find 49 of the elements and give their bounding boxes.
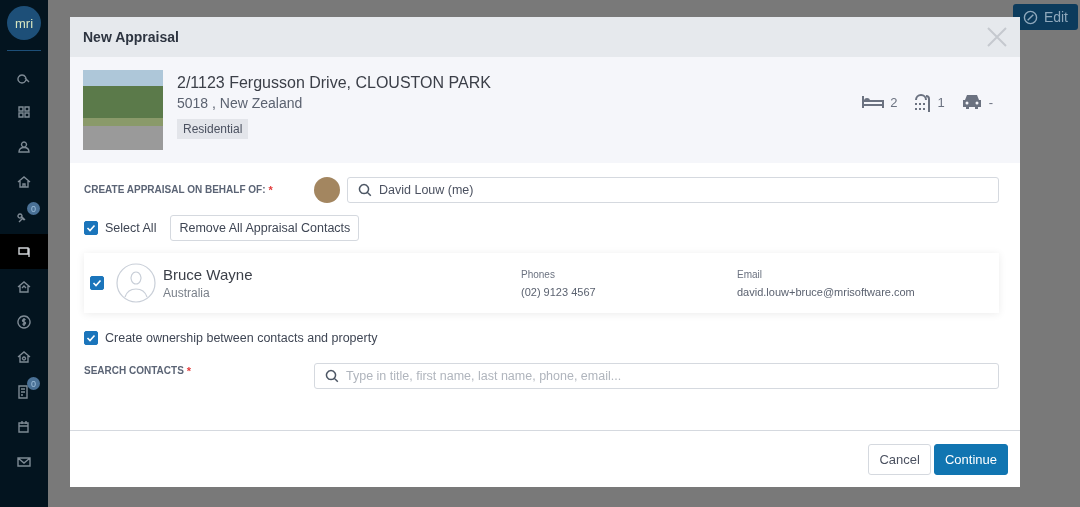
nav-icon [17, 314, 31, 329]
check-icon [92, 278, 102, 288]
nav-icon [17, 419, 31, 434]
dialog-title: New Appraisal [83, 29, 179, 45]
contact-checkbox[interactable] [90, 276, 104, 290]
contact-email: david.louw+bruce@mrisoftware.com [737, 285, 915, 298]
contact-name: Bruce Wayne [163, 266, 254, 283]
nav-icon [17, 349, 31, 364]
property-address: 2/1123 Fergusson Drive, CLOUSTON PARK [177, 73, 491, 92]
nav-icon [17, 244, 31, 259]
phones-label: Phones [521, 268, 556, 280]
ownership-checkbox[interactable]: Create ownership between contacts and property [84, 331, 999, 345]
avatar [314, 177, 340, 203]
property-type-tag: Residential [177, 118, 249, 139]
car-icon [960, 94, 983, 110]
contact-location: Australia [163, 286, 211, 300]
contact-search-field[interactable]: Type in title, first name, last name, phone, email... [314, 363, 999, 389]
check-icon [86, 223, 96, 233]
edit-icon [1022, 9, 1038, 25]
nav-icon [17, 384, 31, 399]
feature-count: 1 [937, 94, 945, 110]
select-all-checkbox[interactable]: Select All [84, 221, 157, 235]
nav-icon [17, 139, 31, 154]
property-locality: 5018 , New Zealand [177, 94, 303, 111]
email-label: Email [737, 268, 763, 280]
count-badge: 0 [27, 202, 40, 215]
remove-contacts-button[interactable]: Remove All Appraisal Contacts [170, 215, 360, 241]
search-icon [325, 369, 339, 383]
feature-count: 2 [890, 94, 898, 110]
check-icon [86, 333, 96, 343]
contact-phone: (02) 9123 4567 [521, 285, 597, 298]
nav-icon [17, 174, 31, 189]
search-contacts-label: SEARCH CONTACTS * [84, 365, 193, 377]
nav-icon [17, 454, 31, 469]
nav-icon [17, 104, 31, 119]
nav-icon [17, 279, 31, 294]
person-silhouette-icon [116, 263, 156, 303]
continue-button[interactable]: Continue [933, 443, 1008, 475]
logo[interactable]: mri [7, 6, 41, 40]
feature-count: - [988, 94, 993, 110]
shower-icon [913, 92, 932, 112]
count-badge: 0 [27, 377, 40, 390]
agent-search-field[interactable]: David Louw (me) [347, 177, 999, 203]
behalf-label: CREATE APPRAISAL ON BEHALF OF: * [84, 184, 274, 196]
nav-item[interactable] [0, 234, 48, 269]
search-icon [358, 183, 372, 197]
edit-button[interactable]: Edit [1012, 4, 1078, 30]
bed-icon [862, 95, 885, 109]
cancel-button[interactable]: Cancel [868, 443, 931, 475]
